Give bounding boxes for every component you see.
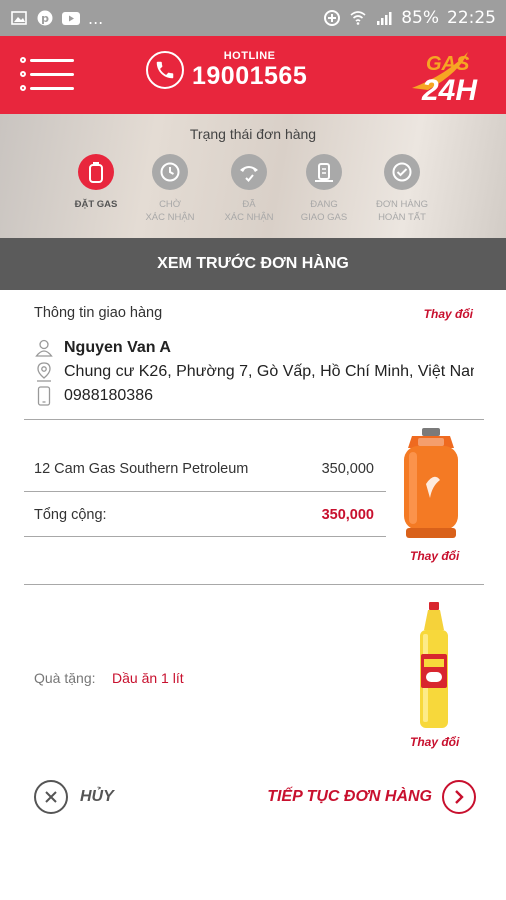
step-label-line2: XÁC NHẬN bbox=[145, 212, 195, 223]
recipient-name: Nguyen Van A bbox=[64, 339, 171, 356]
continue-order-button[interactable]: TIẾP TỤC ĐƠN HÀNG bbox=[267, 780, 476, 814]
step-cho-xac-nhan: CHỜ XÁC NHẬN bbox=[125, 154, 215, 224]
divider bbox=[24, 419, 484, 420]
svg-text:p: p bbox=[41, 12, 49, 25]
clock-icon bbox=[152, 154, 188, 190]
app-header: HOTLINE 19001565 GAS 24H bbox=[0, 36, 506, 114]
pinterest-icon: p bbox=[36, 10, 54, 26]
hotline[interactable]: HOTLINE 19001565 bbox=[146, 50, 307, 90]
gallery-icon bbox=[10, 10, 28, 26]
gas-cylinder-icon bbox=[78, 154, 114, 190]
mobile-phone-icon bbox=[34, 386, 54, 406]
cooking-oil-image bbox=[420, 602, 448, 728]
data-saver-icon bbox=[323, 10, 341, 26]
order-status-title: Trạng thái đơn hàng bbox=[189, 126, 317, 142]
delivery-address: Chung cư K26, Phường 7, Gò Vấp, Hồ Chí M… bbox=[64, 363, 474, 380]
phone-confirm-icon bbox=[231, 154, 267, 190]
change-gift-link[interactable]: Thay đổi bbox=[410, 735, 459, 749]
recipient-name-row: Nguyen Van A bbox=[34, 338, 474, 358]
change-delivery-link[interactable]: Thay đổi bbox=[424, 307, 473, 321]
hotline-label: HOTLINE bbox=[223, 50, 276, 62]
gas-cylinder-image bbox=[404, 428, 458, 538]
step-label-line2: HOÀN TẤT bbox=[378, 212, 426, 223]
order-item-name: 12 Cam Gas Southern Petroleum bbox=[34, 461, 249, 477]
divider bbox=[24, 491, 386, 492]
step-label-line1: CHỜ bbox=[159, 199, 181, 210]
status-bar: p ... 85% 22:25 bbox=[0, 0, 506, 36]
continue-label: TIẾP TỤC ĐƠN HÀNG bbox=[267, 788, 432, 805]
wifi-icon bbox=[349, 10, 367, 26]
location-pin-icon bbox=[34, 362, 54, 382]
battery-level: 85% bbox=[401, 8, 439, 28]
phone-icon bbox=[146, 51, 184, 89]
step-label-line2: GIAO GAS bbox=[300, 212, 348, 223]
delivery-phone: 0988180386 bbox=[64, 387, 153, 404]
order-item-price: 350,000 bbox=[321, 461, 374, 477]
total-value: 350,000 bbox=[321, 507, 374, 523]
total-label: Tổng cộng: bbox=[34, 507, 107, 523]
check-circle-icon bbox=[384, 154, 420, 190]
close-icon bbox=[34, 780, 68, 814]
clock: 22:25 bbox=[447, 8, 496, 28]
user-icon bbox=[34, 338, 54, 358]
svg-text:GAS: GAS bbox=[426, 53, 470, 75]
cancel-label: HỦY bbox=[80, 788, 114, 805]
step-label-line1: ĐƠN HÀNG bbox=[376, 199, 428, 210]
gift-value: Dầu ăn 1 lít bbox=[112, 670, 184, 686]
signal-icon bbox=[375, 10, 393, 26]
menu-icon[interactable] bbox=[20, 56, 74, 96]
address-row: Chung cư K26, Phường 7, Gò Vấp, Hồ Chí M… bbox=[34, 362, 474, 382]
gas24h-logo: GAS 24H bbox=[412, 52, 478, 106]
phone-row: 0988180386 bbox=[34, 386, 474, 406]
step-hoan-tat: ĐƠN HÀNG HOÀN TẤT bbox=[357, 154, 447, 224]
order-preview-header: XEM TRƯỚC ĐƠN HÀNG bbox=[0, 238, 506, 290]
delivery-icon bbox=[306, 154, 342, 190]
order-status-section: Trạng thái đơn hàng ĐẶT GAS CHỜ XÁC NHẬN… bbox=[0, 114, 506, 238]
gift-label: Quà tặng: bbox=[34, 670, 96, 686]
cancel-button[interactable]: HỦY bbox=[34, 780, 114, 814]
step-dang-giao-gas: ĐANG GIAO GAS bbox=[279, 154, 369, 224]
change-product-link[interactable]: Thay đổi bbox=[410, 549, 459, 563]
chevron-right-icon bbox=[442, 780, 476, 814]
step-label-line1: ĐANG bbox=[310, 199, 338, 210]
youtube-icon bbox=[62, 10, 80, 26]
svg-text:24H: 24H bbox=[421, 74, 478, 106]
divider bbox=[24, 536, 386, 537]
delivery-info-title: Thông tin giao hàng bbox=[34, 305, 163, 321]
more-notifications: ... bbox=[88, 8, 104, 28]
divider bbox=[24, 584, 484, 585]
hotline-number: 19001565 bbox=[192, 62, 308, 90]
